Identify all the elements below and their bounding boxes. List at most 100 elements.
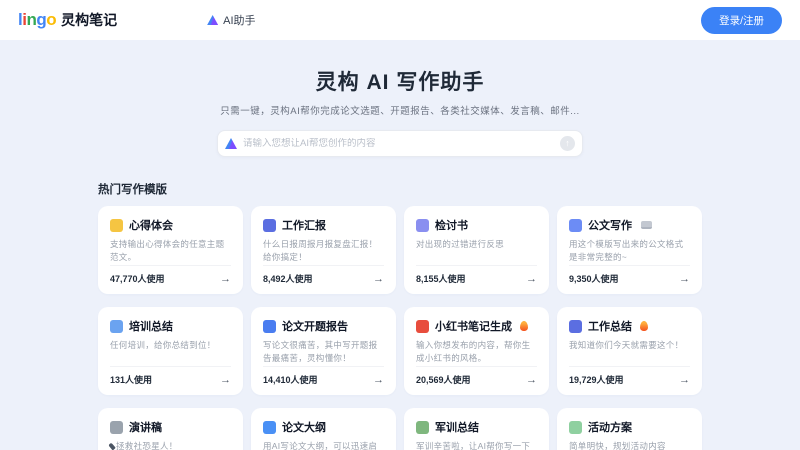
desc-icon xyxy=(108,443,116,450)
usage-count: 14,410人使用 xyxy=(263,373,318,386)
ai-triangle-icon xyxy=(207,15,218,25)
card-header: 军训总结 xyxy=(416,419,537,435)
logo-letter: o xyxy=(46,10,56,29)
card-footer: 131人使用 → xyxy=(110,366,231,386)
card-header: 论文大纲 xyxy=(263,419,384,435)
card-title: 活动方案 xyxy=(588,419,632,435)
arrow-right-icon[interactable]: → xyxy=(220,374,231,386)
card-header: 培训总结 xyxy=(110,318,231,334)
card-description: 我知道你们今天就需要这个！ xyxy=(569,339,690,352)
card-title: 论文开题报告 xyxy=(282,318,348,334)
template-card[interactable]: 工作汇报 什么日报周报月报复盘汇报！给你搞定！ 8,492人使用 → xyxy=(251,206,396,294)
card-description: 什么日报周报月报复盘汇报！给你搞定！ xyxy=(263,238,384,264)
template-card[interactable]: 活动方案 简单明快，规划活动内容 10,710人使用 → xyxy=(557,408,702,450)
card-header: 活动方案 xyxy=(569,419,690,435)
note-icon xyxy=(110,219,123,232)
arrow-right-icon[interactable]: → xyxy=(526,374,537,386)
template-card[interactable]: 论文开题报告 写论文很痛苦，其中写开题报告最痛苦，灵构懂你！ 14,410人使用… xyxy=(251,307,396,395)
hot-templates-section: 热门写作模版 心得体会 支持输出心得体会的任意主题范文。 47,770人使用 →… xyxy=(98,181,702,450)
card-description: 对出现的过错进行反思 xyxy=(416,238,537,251)
badge-icon xyxy=(641,221,652,229)
card-title: 演讲稿 xyxy=(129,419,162,435)
template-card[interactable]: 演讲稿 拯救社恐星人！ 11,613人使用 → xyxy=(98,408,243,450)
logo-letter: n xyxy=(26,10,36,29)
card-footer: 8,492人使用 → xyxy=(263,265,384,285)
ai-triangle-icon xyxy=(225,138,237,149)
megaphone-icon xyxy=(569,421,582,434)
arrow-right-icon[interactable]: → xyxy=(220,273,231,285)
document-icon xyxy=(263,421,276,434)
card-header: 工作汇报 xyxy=(263,217,384,233)
brand-logo[interactable]: lingo 灵构笔记 xyxy=(18,10,117,30)
card-title: 心得体会 xyxy=(129,217,173,233)
hero-section: 灵构 AI 写作助手 只需一键，灵构AI帮你完成论文选题、开题报告、各类社交媒体… xyxy=(0,66,800,157)
card-title: 公文写作 xyxy=(588,217,632,233)
document-icon xyxy=(569,219,582,232)
card-footer: 47,770人使用 → xyxy=(110,265,231,285)
template-card[interactable]: 小红书笔记生成 输入你想发布的内容，帮你生成小红书的风格。 20,569人使用 … xyxy=(404,307,549,395)
prompt-input[interactable] xyxy=(243,138,560,149)
card-title: 论文大纲 xyxy=(282,419,326,435)
red-book-icon xyxy=(416,320,429,333)
card-header: 演讲稿 xyxy=(110,419,231,435)
card-title: 小红书笔记生成 xyxy=(435,318,512,334)
card-description: 用AI写论文大纲，可以迅速启发思路。 xyxy=(263,440,384,450)
arrow-right-icon[interactable]: → xyxy=(373,273,384,285)
brand-name: 灵构笔记 xyxy=(61,10,117,30)
card-description: 用这个模版写出来的公文格式是非常完整的~ xyxy=(569,238,690,264)
card-description: 输入你想发布的内容，帮你生成小红书的风格。 xyxy=(416,339,537,365)
navbar: lingo 灵构笔记 AI助手 登录/注册 xyxy=(0,0,800,40)
card-header: 工作总结 xyxy=(569,318,690,334)
usage-count: 8,155人使用 xyxy=(416,272,466,285)
helmet-icon xyxy=(416,421,429,434)
template-card[interactable]: 心得体会 支持输出心得体会的任意主题范文。 47,770人使用 → xyxy=(98,206,243,294)
card-footer: 9,350人使用 → xyxy=(569,265,690,285)
document-icon xyxy=(263,320,276,333)
arrow-right-icon[interactable]: → xyxy=(526,273,537,285)
card-footer: 20,569人使用 → xyxy=(416,366,537,386)
bus-icon xyxy=(110,320,123,333)
card-header: 论文开题报告 xyxy=(263,318,384,334)
card-description: 任何培训，给你总结到位！ xyxy=(110,339,231,352)
card-description: 拯救社恐星人！ xyxy=(110,440,231,450)
card-description: 支持输出心得体会的任意主题范文。 xyxy=(110,238,231,264)
card-footer: 14,410人使用 → xyxy=(263,366,384,386)
usage-count: 8,492人使用 xyxy=(263,272,313,285)
card-title: 工作总结 xyxy=(588,318,632,334)
badge-icon xyxy=(640,321,648,331)
arrow-right-icon[interactable]: → xyxy=(373,374,384,386)
template-card[interactable]: 论文大纲 用AI写论文大纲，可以迅速启发思路。 13,515人使用 → xyxy=(251,408,396,450)
card-title: 培训总结 xyxy=(129,318,173,334)
arrow-right-icon[interactable]: → xyxy=(679,273,690,285)
card-footer: 19,729人使用 → xyxy=(569,366,690,386)
card-description: 简单明快，规划活动内容 xyxy=(569,440,690,450)
template-grid: 心得体会 支持输出心得体会的任意主题范文。 47,770人使用 → 工作汇报 什… xyxy=(98,206,702,450)
nav-item-ai-assistant[interactable]: AI助手 xyxy=(207,12,255,28)
usage-count: 19,729人使用 xyxy=(569,373,624,386)
template-card[interactable]: 军训总结 军训辛苦啦，让AI帮你写一下军训总结吧！ 4,517人使用 → xyxy=(404,408,549,450)
template-card[interactable]: 工作总结 我知道你们今天就需要这个！ 19,729人使用 → xyxy=(557,307,702,395)
microphone-icon xyxy=(110,421,123,434)
arrow-right-icon[interactable]: → xyxy=(679,374,690,386)
page-title: 灵构 AI 写作助手 xyxy=(0,66,800,96)
template-card[interactable]: 培训总结 任何培训，给你总结到位！ 131人使用 → xyxy=(98,307,243,395)
send-button[interactable]: ↑ xyxy=(560,136,575,151)
page-subtitle: 只需一键，灵构AI帮你完成论文选题、开题报告、各类社交媒体、发言稿、邮件... xyxy=(0,103,800,117)
login-register-button[interactable]: 登录/注册 xyxy=(701,7,782,34)
template-card[interactable]: 公文写作 用这个模版写出来的公文格式是非常完整的~ 9,350人使用 → xyxy=(557,206,702,294)
pen-icon xyxy=(416,219,429,232)
logo-letter: g xyxy=(36,10,46,29)
usage-count: 9,350人使用 xyxy=(569,272,619,285)
card-description: 写论文很痛苦，其中写开题报告最痛苦，灵构懂你！ xyxy=(263,339,384,365)
card-header: 检讨书 xyxy=(416,217,537,233)
card-title: 军训总结 xyxy=(435,419,479,435)
nav-item-label: AI助手 xyxy=(223,12,255,28)
card-description: 军训辛苦啦，让AI帮你写一下军训总结吧！ xyxy=(416,440,537,450)
card-header: 公文写作 xyxy=(569,217,690,233)
usage-count: 47,770人使用 xyxy=(110,272,165,285)
prompt-input-box[interactable]: ↑ xyxy=(217,130,583,157)
usage-count: 20,569人使用 xyxy=(416,373,471,386)
template-card[interactable]: 检讨书 对出现的过错进行反思 8,155人使用 → xyxy=(404,206,549,294)
card-title: 检讨书 xyxy=(435,217,468,233)
logo-wordmark: lingo xyxy=(18,10,56,30)
